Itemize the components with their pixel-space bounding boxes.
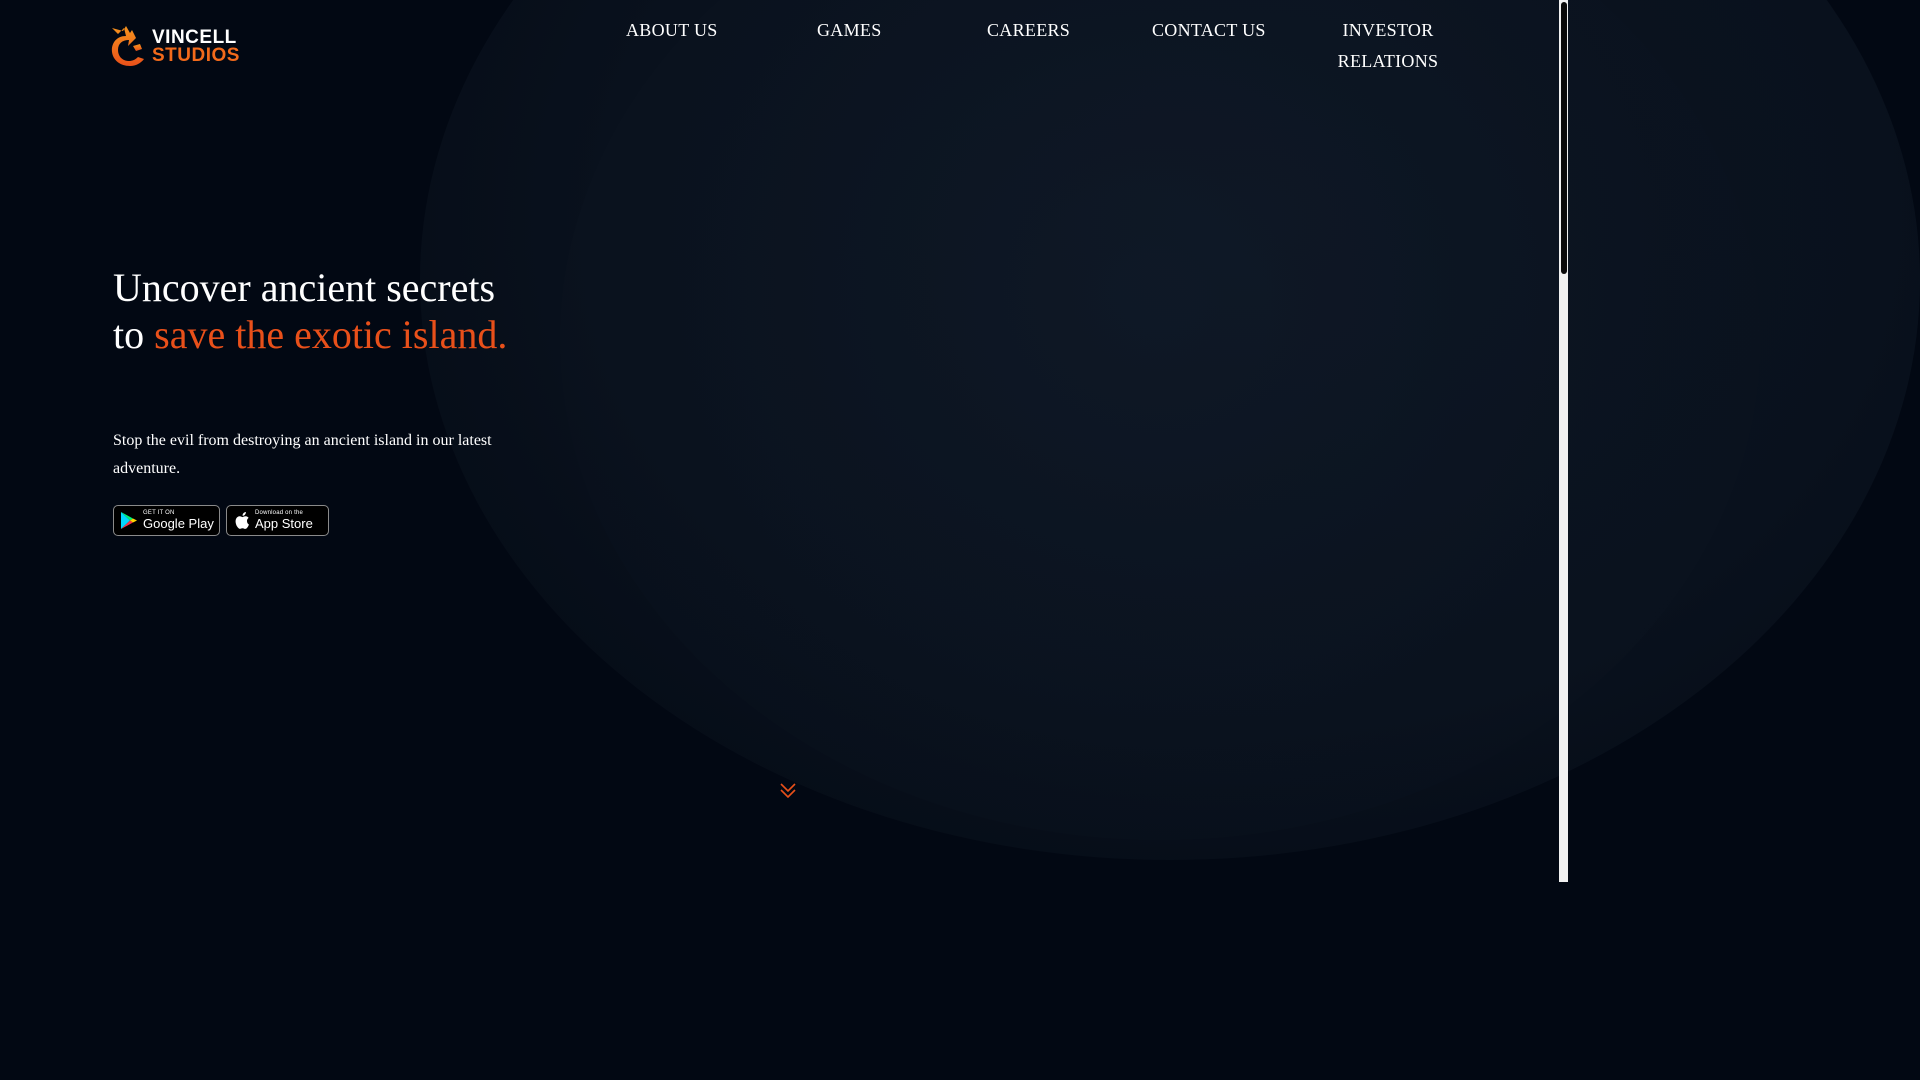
brand-wordmark: VINCELL STUDIOS	[152, 28, 240, 66]
hero-title-accent: save the exotic island.	[154, 312, 508, 357]
nav-investor-relations[interactable]: INVESTOR RELATIONS	[1330, 15, 1446, 77]
double-chevron-down-icon	[780, 783, 796, 799]
google-play-text: GET IT ON Google Play	[143, 510, 214, 531]
nav-games[interactable]: GAMES	[817, 15, 882, 46]
app-store-text: Download on the App Store	[255, 510, 313, 531]
google-play-icon	[121, 512, 137, 529]
scrollbar-thumb[interactable]	[1561, 2, 1567, 274]
nav-careers[interactable]: CAREERS	[987, 15, 1070, 46]
scroll-down-button[interactable]	[777, 780, 799, 802]
brand-logo[interactable]: VINCELL STUDIOS	[106, 24, 240, 70]
hero-subtitle: Stop the evil from destroying an ancient…	[113, 432, 492, 477]
background-glow	[420, 0, 1920, 860]
hero-title: Uncover ancient secrets to save the exot…	[113, 264, 533, 358]
nav-about-us[interactable]: ABOUT US	[626, 15, 718, 46]
google-play-big-label: Google Play	[143, 516, 214, 531]
app-store-button[interactable]: Download on the App Store	[226, 505, 329, 536]
app-store-big-label: App Store	[255, 516, 313, 531]
google-play-button[interactable]: GET IT ON Google Play	[113, 505, 220, 536]
apple-icon	[235, 512, 249, 529]
brand-name-line2: STUDIOS	[152, 45, 240, 66]
nav-contact-us[interactable]: CONTACT US	[1152, 15, 1266, 46]
background-glow-inner	[560, 0, 1760, 840]
dragon-logo-icon	[111, 26, 144, 66]
